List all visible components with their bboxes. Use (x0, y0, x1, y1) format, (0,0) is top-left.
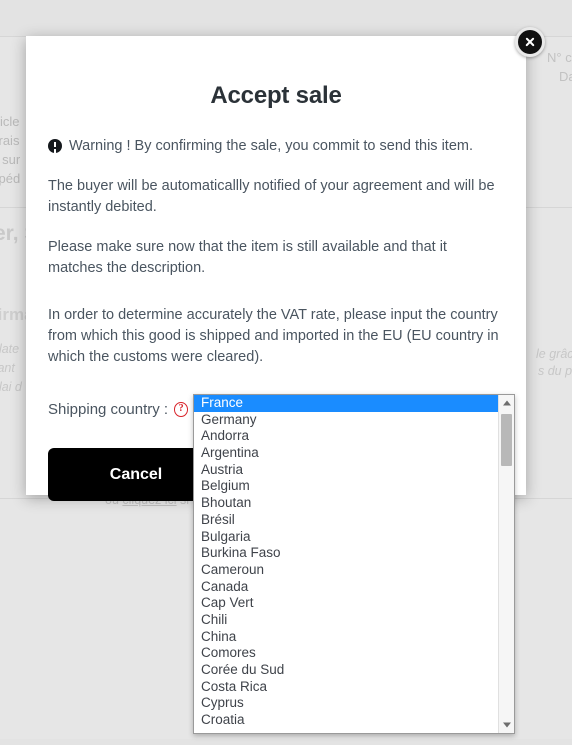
help-icon[interactable]: ? (174, 401, 189, 417)
dropdown-option[interactable]: Cameroun (194, 562, 498, 579)
dropdown-option[interactable]: Comores (194, 645, 498, 662)
background-italic-fragment: s du pr (538, 364, 572, 378)
dropdown-option[interactable]: Costa Rica (194, 679, 498, 696)
dropdown-option[interactable]: Bulgaria (194, 529, 498, 546)
dropdown-option[interactable]: Argentina (194, 445, 498, 462)
shipping-country-label: Shipping country : (48, 400, 169, 418)
background-text-fragment: z sur (0, 152, 21, 167)
dropdown-option[interactable]: Burkina Faso (194, 545, 498, 562)
dropdown-option[interactable]: Austria (194, 462, 498, 479)
close-icon[interactable] (515, 27, 545, 57)
shipping-country-dropdown[interactable]: France Germany Andorra Argentina Austria Belg… (193, 394, 515, 734)
dropdown-scrollbar[interactable] (498, 395, 514, 733)
dropdown-option-list[interactable]: France Germany Andorra Argentina Austria Belg… (194, 395, 498, 733)
dropdown-option[interactable]: Cyprus (194, 695, 498, 712)
scrollbar-thumb[interactable] (501, 414, 512, 466)
background-text-fragment: vrais (0, 133, 20, 148)
scroll-down-arrow-icon[interactable] (499, 717, 514, 733)
dropdown-option[interactable]: Germany (194, 412, 498, 429)
dropdown-option[interactable]: Canada (194, 579, 498, 596)
dialog-body: Warning ! By confirming the sale, you co… (26, 136, 526, 368)
warning-text: Warning ! By confirming the sale, you co… (69, 138, 474, 154)
dropdown-option[interactable]: Cap Vert (194, 595, 498, 612)
notification-paragraph: The buyer will be automaticallly notifie… (48, 178, 495, 215)
background-italic-fragment: olate (0, 342, 20, 356)
dropdown-option[interactable]: Brésil (194, 512, 498, 529)
warning-paragraph: Warning ! By confirming the sale, you co… (48, 136, 504, 157)
dropdown-option[interactable]: Belgium (194, 478, 498, 495)
dropdown-option[interactable]: Corée du Sud (194, 662, 498, 679)
dropdown-option[interactable]: Chili (194, 612, 498, 629)
warning-icon (48, 139, 62, 153)
dropdown-option[interactable]: France (194, 395, 498, 412)
background-italic-fragment: élai d (0, 380, 22, 394)
dropdown-option[interactable]: Bhoutan (194, 495, 498, 512)
dropdown-option[interactable]: China (194, 629, 498, 646)
availability-paragraph: Please make sure now that the item is st… (48, 239, 447, 276)
vat-paragraph: In order to determine accurately the VAT… (48, 307, 499, 365)
dialog-title: Accept sale (210, 82, 342, 109)
dropdown-option[interactable]: Andorra (194, 428, 498, 445)
background-text-fragment: N° co (547, 50, 572, 65)
background-italic-fragment: tant (0, 361, 15, 375)
scroll-up-arrow-icon[interactable] (499, 395, 514, 411)
background-text-fragment: xpéd (0, 171, 21, 186)
background-text-fragment: Da (559, 69, 572, 84)
background-text-fragment: rticle (0, 114, 20, 129)
dropdown-option[interactable]: Croatia (194, 712, 498, 729)
